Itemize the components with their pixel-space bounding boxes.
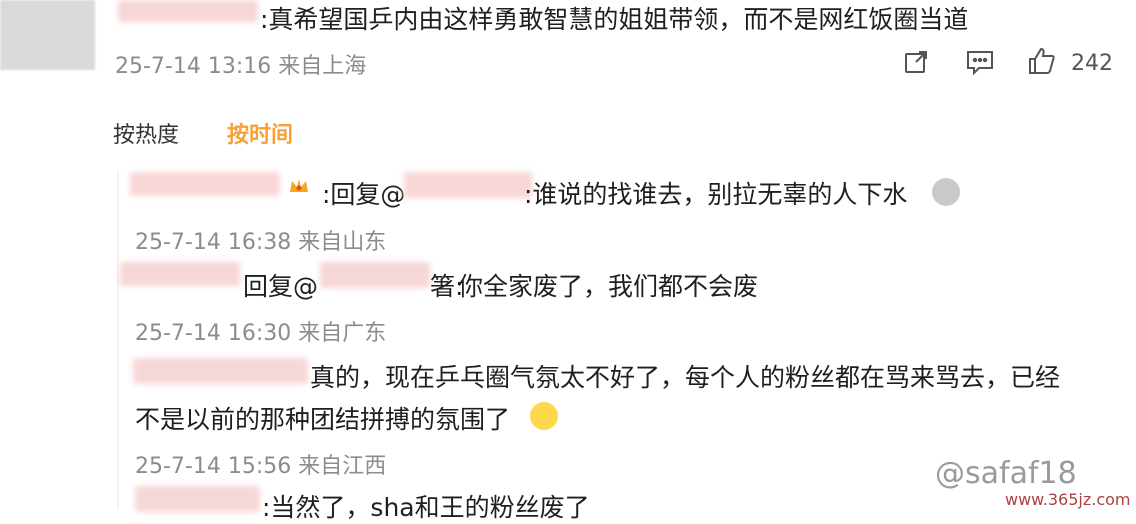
reply-text-line1: 真的，现在乒乓圈气氛太不好了，每个人的粉丝都在骂来骂去，已经 <box>310 363 1061 392</box>
watermark-handle: @safaf18 <box>935 456 1077 491</box>
reply-timestamp: 25-7-14 16:38 来自山东 <box>135 230 387 255</box>
crying-face-emoji-icon <box>530 402 558 430</box>
top-comment-text: :真希望国乒内由这样勇敢智慧的姐姐带领，而不是网红饭圈当道 <box>260 5 969 34</box>
redacted-username <box>130 172 280 196</box>
reply-text: :谁说的找谁去，别拉无辜的人下水 <box>524 180 908 209</box>
redacted-username <box>120 262 240 286</box>
share-icon[interactable] <box>902 48 930 76</box>
reply-thread-line <box>117 170 119 510</box>
watermark-site: www.365jz.com <box>1005 490 1131 509</box>
reply-text-line2: 不是以前的那种团结拼搏的氛围了 <box>135 405 511 434</box>
avatar[interactable] <box>0 0 95 70</box>
reply-text: :当然了，sha和王的粉丝废了 <box>262 493 590 522</box>
sad-face-emoji-icon <box>932 178 960 206</box>
reply-prefix: 回复@ <box>243 272 319 301</box>
redacted-mention[interactable] <box>404 172 532 198</box>
reply-text: 你全家废了，我们都不会废 <box>458 272 759 301</box>
top-comment-timestamp: 25-7-14 13:16 来自上海 <box>115 54 367 79</box>
like-icon[interactable] <box>1027 46 1057 76</box>
comment-icon[interactable] <box>965 48 995 76</box>
reply-prefix: :回复@ <box>322 180 406 209</box>
redacted-username <box>135 486 260 512</box>
redacted-username <box>133 358 308 384</box>
reply-timestamp: 25-7-14 15:56 来自江西 <box>135 454 387 479</box>
tab-by-time[interactable]: 按时间 <box>227 117 293 149</box>
reply-timestamp: 25-7-14 16:30 来自广东 <box>135 321 387 346</box>
redacted-username <box>118 0 258 22</box>
crown-icon <box>288 176 310 196</box>
like-count: 242 <box>1071 51 1113 76</box>
tab-by-heat[interactable]: 按热度 <box>113 117 179 149</box>
redacted-mention[interactable] <box>320 262 430 288</box>
